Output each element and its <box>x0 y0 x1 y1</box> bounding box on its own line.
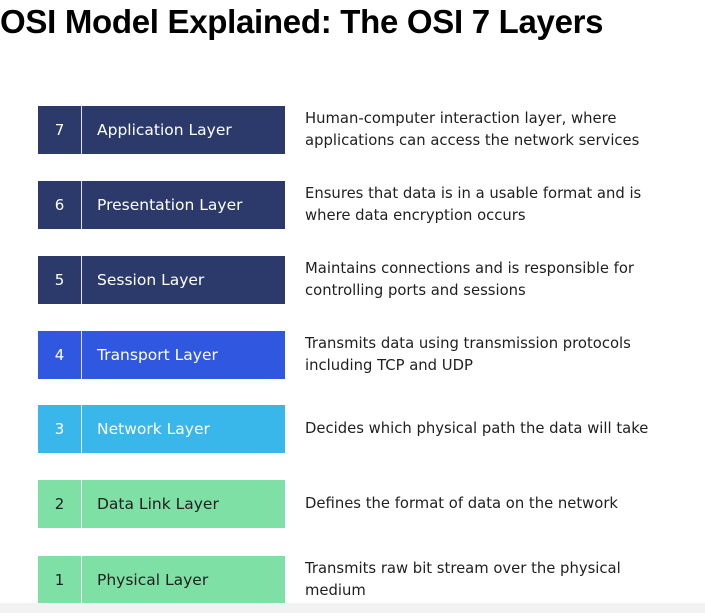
layer-description: Maintains connections and is responsible… <box>305 260 634 299</box>
layer-number: 7 <box>38 106 82 154</box>
layer-description: Human-computer interaction layer, where … <box>305 110 640 149</box>
layer-name: Data Link Layer <box>97 495 219 513</box>
layer-number: 2 <box>38 480 82 528</box>
osi-layer-5: 5 Session Layer Maintains connections an… <box>38 256 668 304</box>
layer-number: 1 <box>38 556 82 604</box>
layer-description: Transmits data using transmission protoc… <box>305 335 631 374</box>
layer-box: 4 Transport Layer <box>38 331 285 379</box>
layer-box: 6 Presentation Layer <box>38 181 285 229</box>
layer-name: Application Layer <box>97 121 232 139</box>
layer-number: 3 <box>38 405 82 453</box>
layer-description: Decides which physical path the data wil… <box>305 420 649 437</box>
layer-name: Transport Layer <box>97 346 218 364</box>
page-title: OSI Model Explained: The OSI 7 Layers <box>0 3 604 40</box>
osi-layer-6: 6 Presentation Layer Ensures that data i… <box>38 181 668 229</box>
layer-box: 3 Network Layer <box>38 405 285 453</box>
osi-layer-2: 2 Data Link Layer Defines the format of … <box>38 480 668 528</box>
layer-name: Presentation Layer <box>97 196 243 214</box>
osi-layer-7: 7 Application Layer Human-computer inter… <box>38 106 668 154</box>
osi-layer-1: 1 Physical Layer Transmits raw bit strea… <box>38 556 668 604</box>
layer-name: Physical Layer <box>97 571 209 589</box>
layer-number: 4 <box>38 331 82 379</box>
layer-name: Network Layer <box>97 420 210 438</box>
layer-description: Ensures that data is in a usable format … <box>305 185 642 224</box>
layer-name: Session Layer <box>97 271 205 289</box>
layer-box: 7 Application Layer <box>38 106 285 154</box>
layer-description: Transmits raw bit stream over the physic… <box>305 560 621 599</box>
layer-number: 5 <box>38 256 82 304</box>
layer-box: 5 Session Layer <box>38 256 285 304</box>
osi-layer-3: 3 Network Layer Decides which physical p… <box>38 405 668 453</box>
layer-box: 2 Data Link Layer <box>38 480 285 528</box>
osi-layer-4: 4 Transport Layer Transmits data using t… <box>38 331 668 379</box>
layer-description: Defines the format of data on the networ… <box>305 495 618 512</box>
layer-box: 1 Physical Layer <box>38 556 285 604</box>
layer-number: 6 <box>38 181 82 229</box>
bottom-strip <box>0 603 705 613</box>
